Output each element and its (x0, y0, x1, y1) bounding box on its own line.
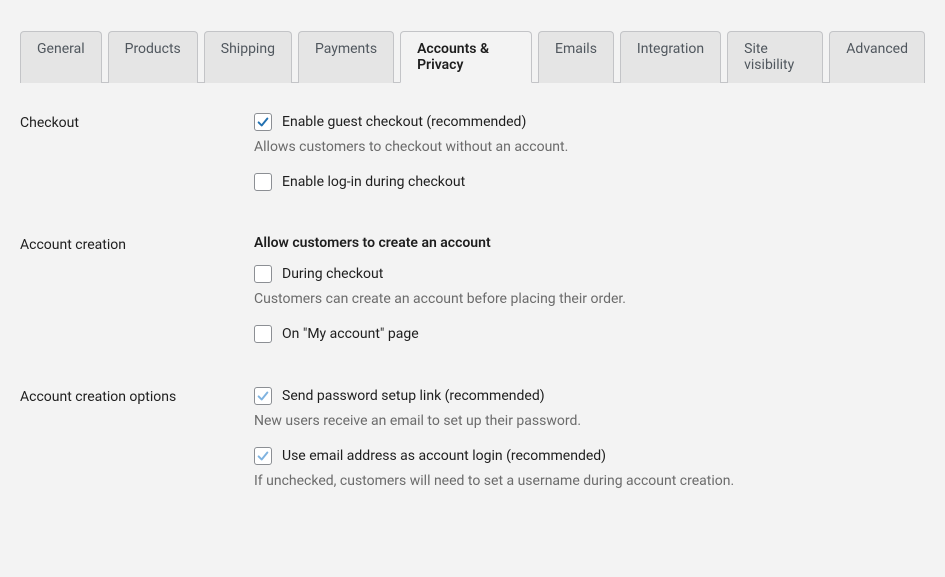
check-icon (256, 449, 270, 463)
checkbox-row-login: Enable log-in during checkout (254, 173, 925, 191)
label-guest-checkout[interactable]: Enable guest checkout (recommended) (282, 114, 526, 130)
checkbox-my-account[interactable] (254, 325, 272, 343)
checkbox-guest-checkout[interactable] (254, 113, 272, 131)
field-during-checkout: During checkout Customers can create an … (254, 265, 925, 307)
tab-shipping[interactable]: Shipping (204, 31, 292, 83)
label-during-checkout[interactable]: During checkout (282, 266, 383, 282)
help-guest-checkout: Allows customers to checkout without an … (254, 139, 925, 155)
section-checkout-body: Enable guest checkout (recommended) Allo… (254, 113, 925, 195)
check-icon (256, 115, 270, 129)
tab-integration[interactable]: Integration (620, 31, 721, 83)
checkbox-row-email: Use email address as account login (reco… (254, 447, 925, 465)
checkbox-row-guest: Enable guest checkout (recommended) (254, 113, 925, 131)
label-my-account[interactable]: On "My account" page (282, 326, 419, 342)
settings-content: Checkout Enable guest checkout (recommen… (0, 83, 945, 577)
check-icon (256, 389, 270, 403)
tab-emails[interactable]: Emails (538, 31, 614, 83)
checkbox-row-password: Send password setup link (recommended) (254, 387, 925, 405)
section-options-body: Send password setup link (recommended) N… (254, 387, 925, 507)
section-account-creation: Account creation Allow customers to crea… (20, 235, 925, 347)
help-email-login: If unchecked, customers will need to set… (254, 473, 925, 489)
checkbox-row-myaccount: On "My account" page (254, 325, 925, 343)
tab-site-visibility[interactable]: Site visibility (727, 31, 823, 83)
checkbox-row-during: During checkout (254, 265, 925, 283)
tab-general[interactable]: General (20, 31, 102, 83)
label-password-link[interactable]: Send password setup link (recommended) (282, 388, 545, 404)
checkbox-password-link[interactable] (254, 387, 272, 405)
help-password-link: New users receive an email to set up the… (254, 413, 925, 429)
checkbox-during-checkout[interactable] (254, 265, 272, 283)
section-creation-options: Account creation options Send password s… (20, 387, 925, 507)
tabs-container: General Products Shipping Payments Accou… (0, 0, 945, 83)
field-login-checkout: Enable log-in during checkout (254, 173, 925, 191)
section-creation-title: Account creation (20, 235, 254, 253)
tab-advanced[interactable]: Advanced (829, 31, 925, 83)
checkbox-login-checkout[interactable] (254, 173, 272, 191)
field-email-login: Use email address as account login (reco… (254, 447, 925, 489)
tab-products[interactable]: Products (108, 31, 198, 83)
section-checkout-title: Checkout (20, 113, 254, 131)
help-during-checkout: Customers can create an account before p… (254, 291, 925, 307)
section-checkout: Checkout Enable guest checkout (recommen… (20, 113, 925, 195)
section-options-title: Account creation options (20, 387, 254, 405)
section-creation-body: Allow customers to create an account Dur… (254, 235, 925, 347)
settings-tabs: General Products Shipping Payments Accou… (20, 30, 925, 83)
subheading-allow-create: Allow customers to create an account (254, 235, 925, 251)
field-guest-checkout: Enable guest checkout (recommended) Allo… (254, 113, 925, 155)
field-my-account: On "My account" page (254, 325, 925, 343)
field-password-link: Send password setup link (recommended) N… (254, 387, 925, 429)
tab-accounts-privacy[interactable]: Accounts & Privacy (400, 31, 532, 83)
label-login-checkout[interactable]: Enable log-in during checkout (282, 174, 465, 190)
checkbox-email-login[interactable] (254, 447, 272, 465)
tab-payments[interactable]: Payments (298, 31, 394, 83)
label-email-login[interactable]: Use email address as account login (reco… (282, 448, 606, 464)
